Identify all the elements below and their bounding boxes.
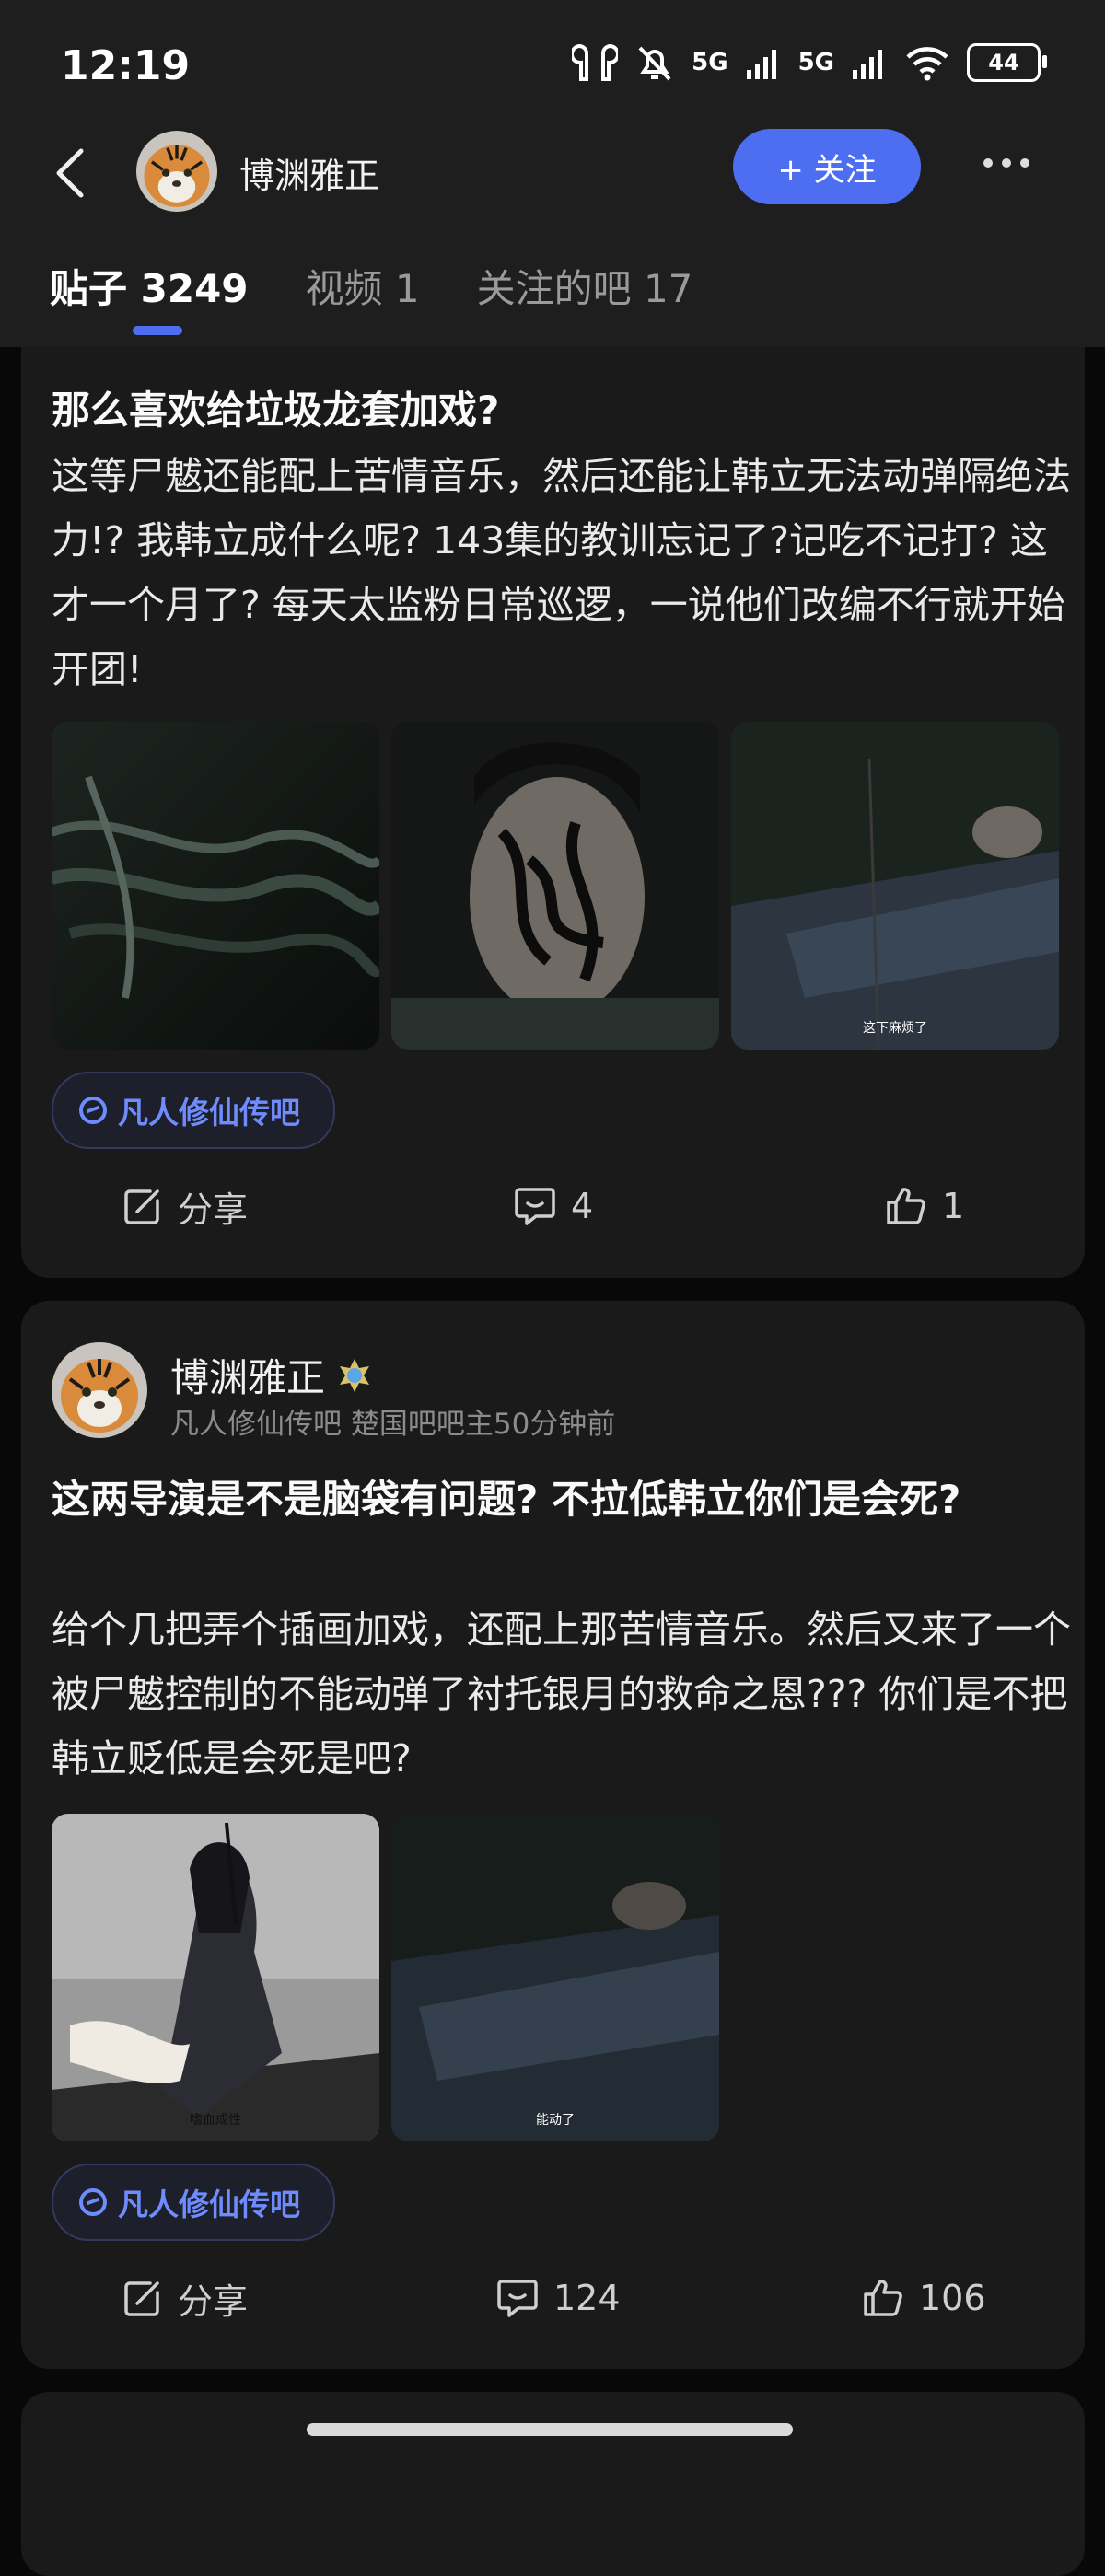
- post-meta: 凡人修仙传吧 楚国吧吧主50分钟前: [170, 1408, 616, 1441]
- tab-followed-forums[interactable]: 关注的吧 17: [477, 258, 693, 314]
- comment-count: 4: [571, 1186, 594, 1226]
- share-label: 分享: [178, 2280, 249, 2322]
- share-button[interactable]: 分享: [122, 2273, 248, 2324]
- tab-videos[interactable]: 视频 1: [306, 258, 420, 314]
- signal-5g-label: 5G: [797, 49, 834, 76]
- forum-tag-label: 凡人修仙传吧: [118, 2187, 300, 2222]
- active-tab-indicator: [133, 326, 182, 335]
- thumbs-up-icon: [864, 2280, 902, 2316]
- like-button[interactable]: 1: [885, 1186, 964, 1226]
- like-count: 1: [942, 1186, 965, 1226]
- status-bar: 12:19 5G 5G 44: [0, 37, 1105, 101]
- top-bar: 12:19 5G 5G 44 博渊雅正 + 关注 贴子 3249 视频 1 关注…: [0, 0, 1105, 347]
- moderator-badge-icon: [340, 1358, 370, 1392]
- signal-5g-label: 5G: [692, 49, 728, 76]
- post-image[interactable]: [391, 722, 719, 1050]
- mute-bell-icon: [638, 46, 671, 81]
- comment-icon: [515, 1188, 555, 1225]
- like-button[interactable]: 106: [862, 2278, 986, 2318]
- share-button[interactable]: 分享: [122, 1181, 248, 1232]
- post-title: 那么喜欢给垃圾龙套加戏?: [52, 388, 500, 433]
- post-body: 给个几把弄个插画加戏，还配上那苦情音乐。然后又来了一个被尸魃控制的不能动弹了衬托…: [52, 1607, 1071, 1781]
- battery-icon: 44: [967, 43, 1047, 82]
- wifi-icon: [906, 47, 948, 81]
- comment-icon: [497, 2280, 538, 2317]
- post-image[interactable]: 能动了: [391, 1814, 719, 2141]
- post-image-grid: 这下麻烦了: [52, 722, 1059, 1050]
- like-count: 106: [919, 2278, 986, 2318]
- avatar[interactable]: [136, 131, 217, 212]
- share-label: 分享: [178, 1189, 249, 1230]
- status-time: 12:19: [61, 42, 191, 89]
- post-image-grid: 嗜血成性 能动了: [52, 1814, 719, 2141]
- post-image[interactable]: 这下麻烦了: [731, 722, 1059, 1050]
- post-body: 这等尸魃还能配上苦情音乐，然后还能让韩立无法动弹隔绝法力!? 我韩立成什么呢? …: [52, 454, 1071, 691]
- image-caption: 嗜血成性: [190, 2113, 241, 2128]
- forum-tag[interactable]: 凡人修仙传吧: [52, 2164, 335, 2241]
- tab-posts[interactable]: 贴子 3249: [50, 258, 249, 314]
- forum-tag-label: 凡人修仙传吧: [118, 1095, 300, 1131]
- forum-icon: [79, 2188, 107, 2216]
- comment-count: 124: [553, 2278, 621, 2318]
- author-name-text: 博渊雅正: [170, 1355, 326, 1400]
- status-icons: 5G 5G 44: [572, 42, 1047, 83]
- profile-tabs: 贴子 3249 视频 1 关注的吧 17: [50, 258, 750, 335]
- follow-button[interactable]: + 关注: [733, 129, 921, 204]
- signal-bars-icon: [853, 50, 882, 79]
- image-caption: 这下麻烦了: [863, 1021, 927, 1036]
- post-image[interactable]: 嗜血成性: [52, 1814, 379, 2141]
- post-title: 这两导演是不是脑袋有问题? 不拉低韩立你们是会死?: [52, 1477, 961, 1522]
- battery-level: 44: [988, 50, 1019, 75]
- image-caption: 能动了: [536, 2113, 575, 2128]
- post-actions: 分享 4 1: [21, 1169, 1085, 1243]
- forum-tag[interactable]: 凡人修仙传吧: [52, 1072, 335, 1149]
- author-name[interactable]: 博渊雅正: [170, 1347, 373, 1403]
- post-image[interactable]: [52, 722, 379, 1050]
- share-icon: [124, 1189, 159, 1224]
- signal-bars-icon: [746, 50, 776, 79]
- share-icon: [124, 2281, 159, 2316]
- profile-nickname: 博渊雅正: [239, 156, 380, 196]
- post-actions: 分享 124 106: [21, 2261, 1085, 2335]
- post-card[interactable]: 那么喜欢给垃圾龙套加戏? 这等尸魃还能配上苦情音乐，然后还能让韩立无法动弹隔绝法…: [21, 276, 1085, 1278]
- comment-button[interactable]: 4: [514, 1186, 593, 1226]
- thumbs-up-icon: [887, 1188, 925, 1224]
- profile-header: 博渊雅正 + 关注: [0, 127, 1105, 215]
- post-card[interactable]: [21, 2392, 1085, 2576]
- earbuds-icon: [572, 43, 619, 81]
- author-avatar[interactable]: [52, 1342, 147, 1438]
- back-arrow-icon[interactable]: [52, 145, 88, 201]
- comment-button[interactable]: 124: [496, 2278, 621, 2318]
- forum-icon: [79, 1097, 107, 1124]
- home-indicator[interactable]: [307, 2423, 793, 2436]
- post-card[interactable]: 博渊雅正 凡人修仙传吧 楚国吧吧主50分钟前 这两导演是不是脑袋有问题? 不拉低…: [21, 1301, 1085, 2369]
- more-options-icon[interactable]: [983, 158, 1029, 168]
